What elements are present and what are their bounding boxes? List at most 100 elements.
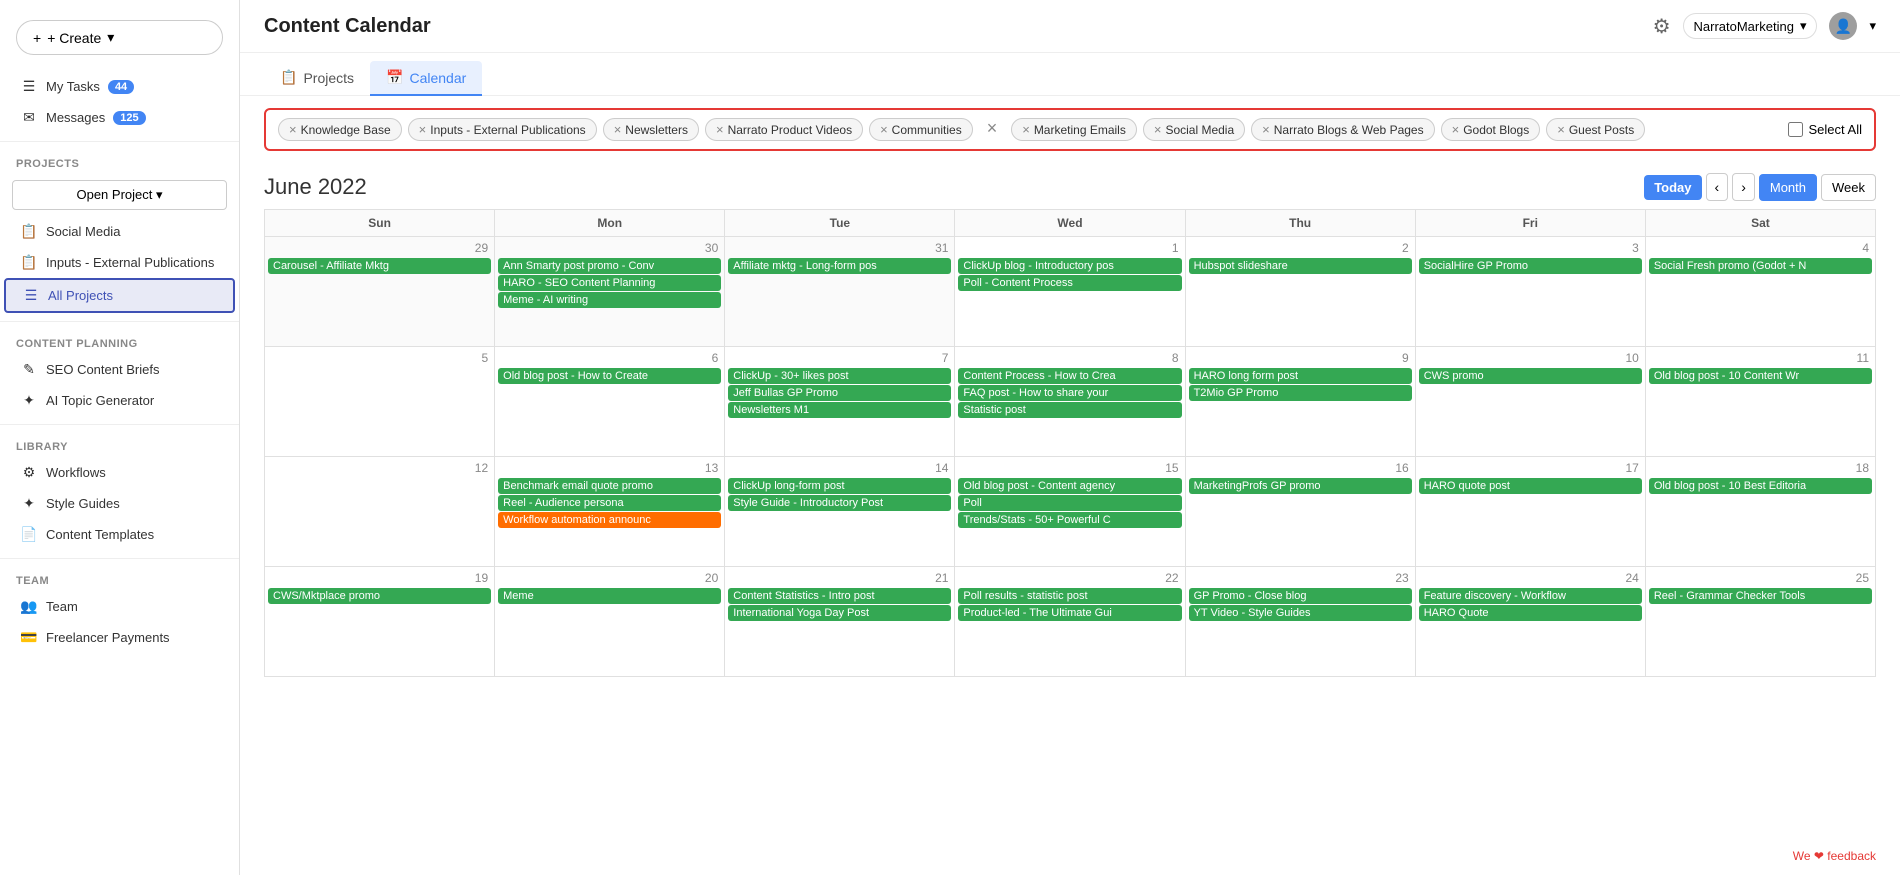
calendar-day: 10 CWS promo (1415, 347, 1645, 457)
day-number: 16 (1188, 459, 1413, 477)
today-button[interactable]: Today (1644, 175, 1701, 200)
people-icon: 👥 (20, 598, 38, 615)
open-project-select[interactable]: Open Project ▾ (12, 180, 227, 210)
calendar-event[interactable]: GP Promo - Close blog (1189, 588, 1412, 604)
calendar-event[interactable]: HARO Quote (1419, 605, 1642, 621)
remove-tag-icon[interactable]: × (289, 122, 297, 137)
calendar-event[interactable]: Poll results - statistic post (958, 588, 1181, 604)
create-button[interactable]: + + Create ▾ (16, 20, 223, 55)
remove-tag-icon[interactable]: × (1557, 122, 1565, 137)
calendar-event[interactable]: Content Process - How to Crea (958, 368, 1181, 384)
calendar-event[interactable]: Reel - Audience persona (498, 495, 721, 511)
settings-icon[interactable]: ⚙ (1653, 14, 1671, 39)
sidebar-item-freelancer-payments[interactable]: 💳 Freelancer Payments (4, 622, 235, 653)
tab-calendar[interactable]: 📅 Calendar (370, 61, 482, 96)
calendar-event[interactable]: Meme - AI writing (498, 292, 721, 308)
filter-tag[interactable]: ×Inputs - External Publications (408, 118, 597, 141)
select-all-label[interactable]: Select All (1809, 122, 1862, 137)
filter-tag[interactable]: ×Narrato Blogs & Web Pages (1251, 118, 1434, 141)
sidebar-item-team[interactable]: 👥 Team (4, 591, 235, 622)
sidebar-item-messages[interactable]: ✉ Messages 125 (4, 102, 235, 133)
tab-projects[interactable]: 📋 Projects (264, 61, 370, 96)
remove-tag-icon[interactable]: × (716, 122, 724, 137)
calendar-event[interactable]: Old blog post - 10 Content Wr (1649, 368, 1872, 384)
sidebar-item-all-projects[interactable]: ☰ All Projects (4, 278, 235, 313)
calendar-event[interactable]: HARO long form post (1189, 368, 1412, 384)
filter-tag[interactable]: ×Knowledge Base (278, 118, 402, 141)
calendar-event[interactable]: Workflow automation announc (498, 512, 721, 528)
calendar-event[interactable]: Old blog post - Content agency (958, 478, 1181, 494)
filter-tag[interactable]: ×Social Media (1143, 118, 1245, 141)
calendar-event[interactable]: Old blog post - 10 Best Editoria (1649, 478, 1872, 494)
calendar-event[interactable]: HARO quote post (1419, 478, 1642, 494)
select-all-checkbox[interactable] (1788, 122, 1803, 137)
sidebar-item-label: SEO Content Briefs (46, 362, 159, 377)
calendar-event[interactable]: FAQ post - How to share your (958, 385, 1181, 401)
month-view-button[interactable]: Month (1759, 174, 1817, 201)
filter-tag[interactable]: ×Guest Posts (1546, 118, 1645, 141)
filter-tag[interactable]: ×Communities (869, 118, 973, 141)
calendar-event[interactable]: CWS promo (1419, 368, 1642, 384)
day-header-fri: Fri (1415, 210, 1645, 237)
avatar[interactable]: 👤 (1829, 12, 1857, 40)
day-number: 15 (957, 459, 1182, 477)
calendar-event[interactable]: Jeff Bullas GP Promo (728, 385, 951, 401)
calendar-event[interactable]: Poll (958, 495, 1181, 511)
close-all-filters-icon[interactable]: × (987, 118, 998, 141)
calendar-event[interactable]: Feature discovery - Workflow (1419, 588, 1642, 604)
calendar-event[interactable]: Statistic post (958, 402, 1181, 418)
next-month-button[interactable]: › (1732, 173, 1755, 201)
sidebar-item-seo-briefs[interactable]: ✎ SEO Content Briefs (4, 354, 235, 385)
remove-tag-icon[interactable]: × (1022, 122, 1030, 137)
calendar-event[interactable]: Reel - Grammar Checker Tools (1649, 588, 1872, 604)
calendar-event[interactable]: HARO - SEO Content Planning (498, 275, 721, 291)
week-view-button[interactable]: Week (1821, 174, 1876, 201)
calendar-event[interactable]: Affiliate mktg - Long-form pos (728, 258, 951, 274)
calendar-day: 18 Old blog post - 10 Best Editoria (1645, 457, 1875, 567)
calendar-event[interactable]: Style Guide - Introductory Post (728, 495, 951, 511)
calendar-event[interactable]: SocialHire GP Promo (1419, 258, 1642, 274)
calendar-event[interactable]: Old blog post - How to Create (498, 368, 721, 384)
calendar-event[interactable]: Social Fresh promo (Godot + N (1649, 258, 1872, 274)
team-section-label: TEAM (0, 567, 239, 591)
sidebar-item-social-media[interactable]: 📋 Social Media (4, 216, 235, 247)
calendar-event[interactable]: MarketingProfs GP promo (1189, 478, 1412, 494)
sidebar-item-workflows[interactable]: ⚙ Workflows (4, 457, 235, 488)
sidebar-item-inputs-ext-pub[interactable]: 📋 Inputs - External Publications (4, 247, 235, 278)
calendar-event[interactable]: Benchmark email quote promo (498, 478, 721, 494)
calendar-event[interactable]: ClickUp long-form post (728, 478, 951, 494)
remove-tag-icon[interactable]: × (880, 122, 888, 137)
calendar-event[interactable]: CWS/Mktplace promo (268, 588, 491, 604)
remove-tag-icon[interactable]: × (614, 122, 622, 137)
calendar-event[interactable]: Ann Smarty post promo - Conv (498, 258, 721, 274)
sidebar-item-content-templates[interactable]: 📄 Content Templates (4, 519, 235, 550)
calendar-event[interactable]: International Yoga Day Post (728, 605, 951, 621)
filter-tag[interactable]: ×Newsletters (603, 118, 699, 141)
calendar-event[interactable]: ClickUp - 30+ likes post (728, 368, 951, 384)
remove-tag-icon[interactable]: × (1262, 122, 1270, 137)
calendar-event[interactable]: Newsletters M1 (728, 402, 951, 418)
calendar-event[interactable]: Meme (498, 588, 721, 604)
calendar-event[interactable]: Product-led - The Ultimate Gui (958, 605, 1181, 621)
filter-tag[interactable]: ×Godot Blogs (1441, 118, 1541, 141)
sidebar-item-ai-topic[interactable]: ✦ AI Topic Generator (4, 385, 235, 416)
calendar-event[interactable]: T2Mio GP Promo (1189, 385, 1412, 401)
remove-tag-icon[interactable]: × (419, 122, 427, 137)
prev-month-button[interactable]: ‹ (1706, 173, 1729, 201)
calendar-event[interactable]: Carousel - Affiliate Mktg (268, 258, 491, 274)
account-switcher[interactable]: NarratoMarketing ▾ (1683, 13, 1818, 39)
sidebar-item-my-tasks[interactable]: ☰ My Tasks 44 (4, 71, 235, 102)
calendar-day: 12 (265, 457, 495, 567)
calendar-event[interactable]: Trends/Stats - 50+ Powerful C (958, 512, 1181, 528)
filter-tag[interactable]: ×Marketing Emails (1011, 118, 1137, 141)
feedback-bar: We ❤ feedback (1793, 849, 1876, 863)
calendar-event[interactable]: YT Video - Style Guides (1189, 605, 1412, 621)
calendar-event[interactable]: Content Statistics - Intro post (728, 588, 951, 604)
sidebar-item-style-guides[interactable]: ✦ Style Guides (4, 488, 235, 519)
remove-tag-icon[interactable]: × (1154, 122, 1162, 137)
calendar-event[interactable]: Hubspot slideshare (1189, 258, 1412, 274)
calendar-event[interactable]: ClickUp blog - Introductory pos (958, 258, 1181, 274)
remove-tag-icon[interactable]: × (1452, 122, 1460, 137)
calendar-event[interactable]: Poll - Content Process (958, 275, 1181, 291)
filter-tag[interactable]: ×Narrato Product Videos (705, 118, 863, 141)
